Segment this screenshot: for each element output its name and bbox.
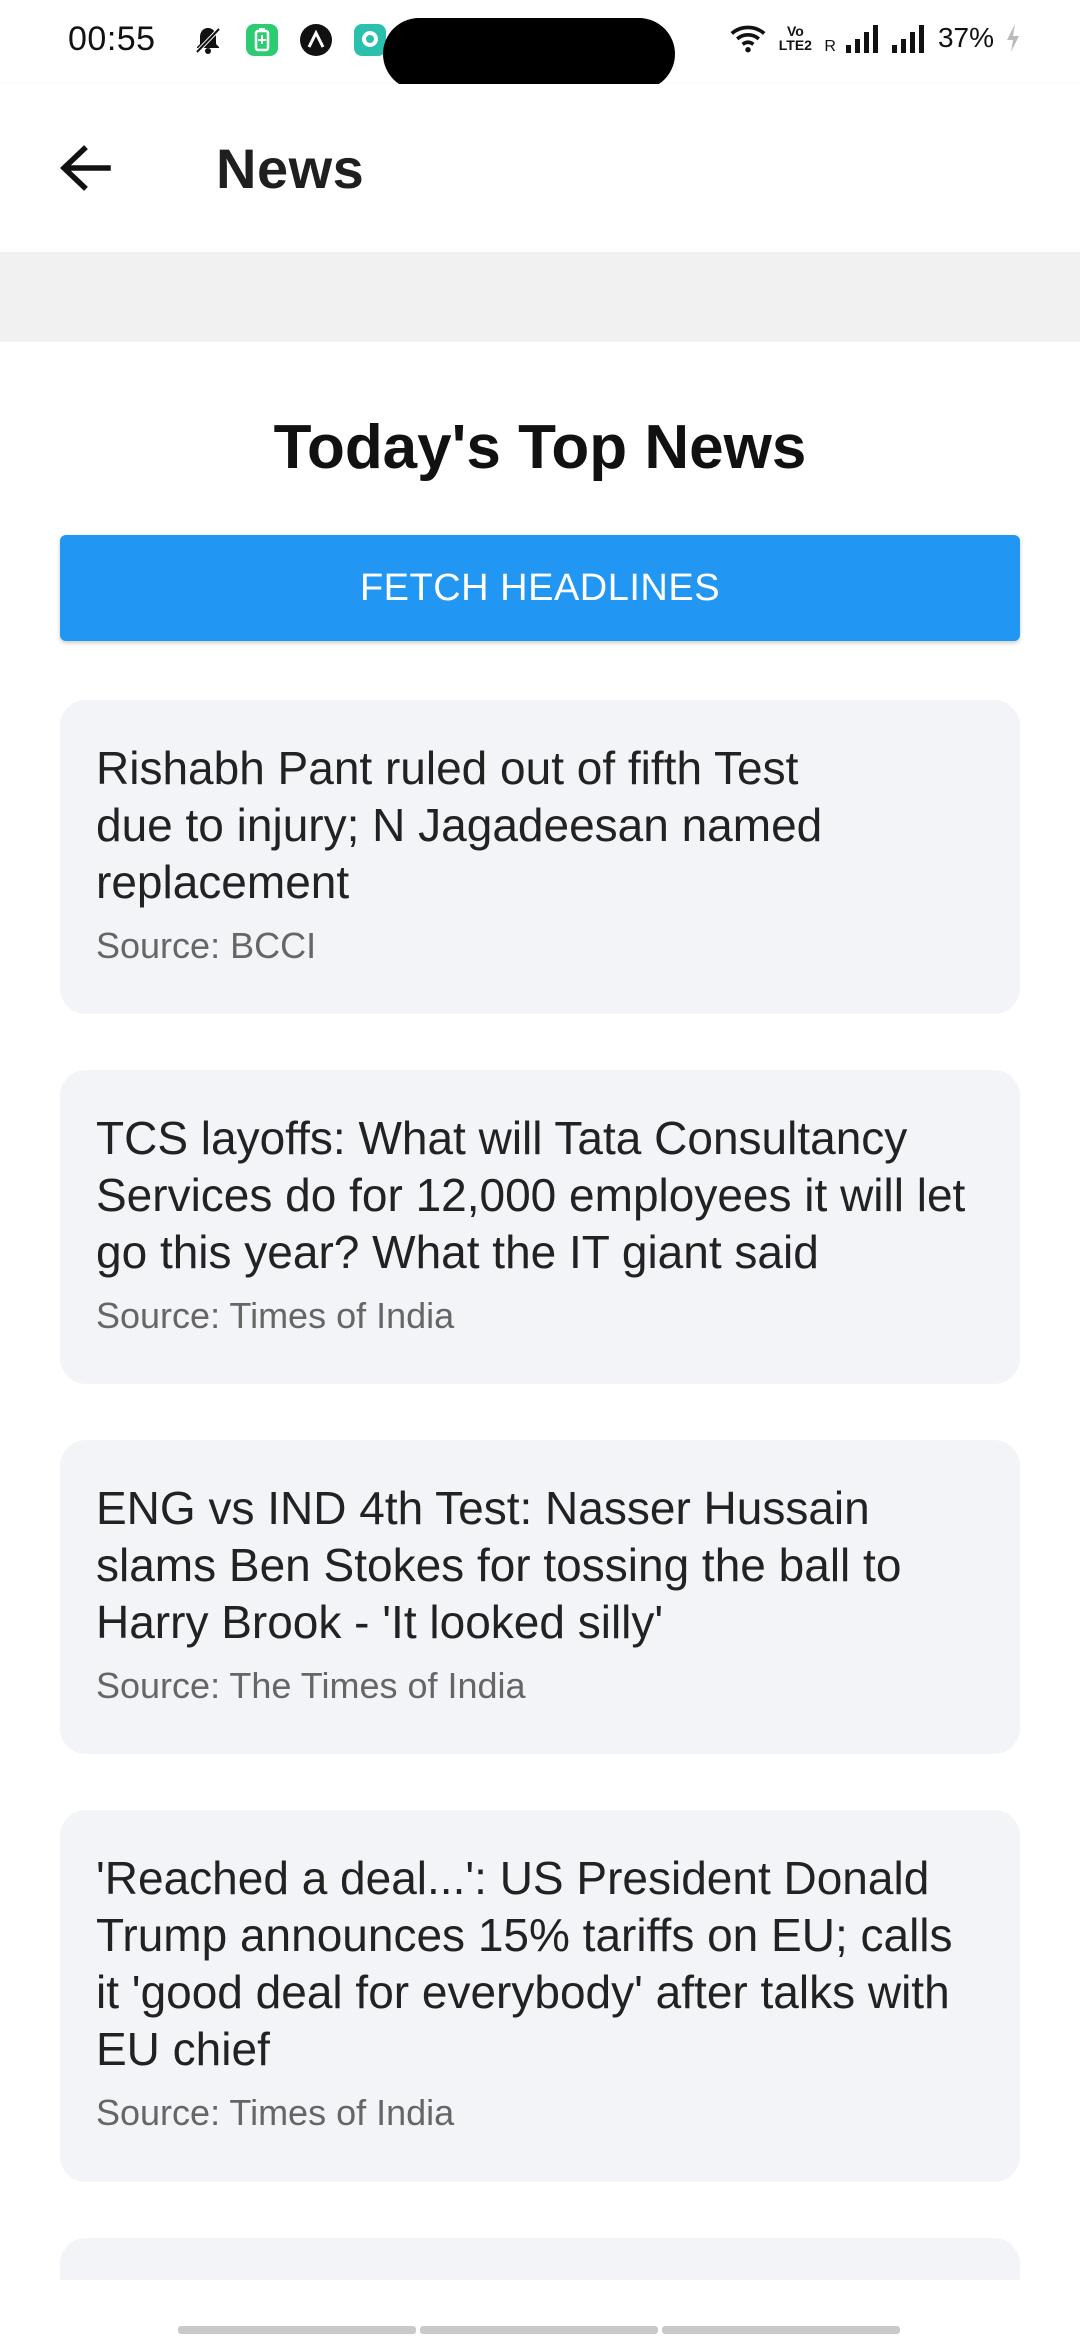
app-bar: News [0, 84, 1080, 252]
news-headline: 'Reached a deal...': US President Donald… [96, 1852, 953, 2075]
news-card[interactable]: TCS layoffs: What will Tata Consultancy … [60, 1070, 1020, 1384]
arrow-left-icon [58, 144, 112, 197]
signal-icon [891, 20, 928, 56]
volte-icon: Vo LTE2 [778, 23, 812, 53]
news-source: Source: Times of India [96, 2092, 455, 2133]
charging-icon [1004, 20, 1022, 56]
news-headline: TCS layoffs: What will Tata Consultancy … [96, 1112, 966, 1278]
page-title: News [216, 137, 365, 200]
news-headline: Rishabh Pant ruled out of fifth Test due… [96, 742, 823, 908]
camera-cutout [383, 18, 675, 90]
status-time: 00:55 [68, 20, 156, 58]
news-card[interactable]: ENG vs IND 4th Test: Nasser Hussain slam… [60, 1440, 1020, 1754]
news-card[interactable]: Rishabh Pant ruled out of fifth Test due… [60, 700, 1020, 1014]
news-source: Source: Times of India [96, 1295, 455, 1336]
back-button[interactable] [40, 130, 130, 210]
system-icons: Vo LTE2 R 37% [730, 20, 1022, 56]
wifi-icon [730, 20, 766, 56]
section-heading: Today's Top News [273, 413, 807, 482]
app-icon [298, 22, 334, 58]
news-headline: ENG vs IND 4th Test: Nasser Hussain slam… [96, 1482, 902, 1648]
mute-bell-icon [190, 22, 226, 58]
battery-percent: 37% [937, 22, 994, 53]
news-source: Source: BCCI [96, 925, 317, 966]
roaming-label: R [824, 38, 836, 55]
notification-icons [190, 22, 388, 58]
home-indicator[interactable] [178, 2326, 900, 2334]
nav-segment [178, 2326, 416, 2334]
divider-band [0, 252, 1080, 342]
status-bar: 00:55 Vo LTE2 R 37% [0, 0, 1080, 90]
nav-segment [420, 2326, 658, 2334]
fetch-headlines-button[interactable]: FETCH HEADLINES [60, 535, 1020, 641]
news-content[interactable]: Today's Top News FETCH HEADLINES Rishabh… [0, 342, 1080, 2280]
battery-saver-icon [244, 22, 280, 58]
news-card[interactable] [60, 2238, 1020, 2280]
news-source: Source: The Times of India [96, 1665, 526, 1706]
news-card[interactable]: 'Reached a deal...': US President Donald… [60, 1810, 1020, 2182]
signal-icon [845, 20, 882, 56]
nav-segment [662, 2326, 900, 2334]
